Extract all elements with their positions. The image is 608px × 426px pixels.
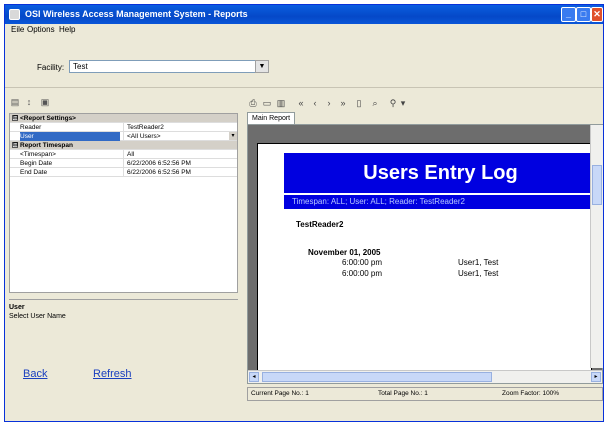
action-links: Back Refresh: [5, 363, 238, 393]
categorized-icon[interactable]: ▤: [9, 96, 21, 108]
zoom-dropdown-icon[interactable]: ▾: [399, 97, 407, 109]
zoom-status: Zoom Factor: 100%: [502, 390, 560, 397]
property-row[interactable]: Begin Date 6/22/2006 6:52:56 PM: [10, 159, 237, 168]
property-value[interactable]: TestReader2: [123, 123, 237, 132]
property-row[interactable]: <Timespan> All: [10, 150, 237, 159]
app-icon: [9, 9, 20, 20]
menu-options[interactable]: Options: [27, 25, 55, 34]
property-pages-icon[interactable]: ▣: [39, 96, 51, 108]
report-viewer-panel: ⎙ ▭ ▥ « ‹ › » ▯ ⌕ ⚲ ▾ Main Report Users …: [243, 93, 603, 419]
entry-time: 6:00:00 pm: [342, 269, 383, 278]
property-name: End Date: [20, 169, 48, 176]
help-description: Select User Name: [9, 313, 66, 320]
minimize-button[interactable]: _: [561, 7, 576, 22]
search-icon[interactable]: ⌕: [369, 97, 381, 109]
next-page-icon[interactable]: ›: [323, 97, 335, 109]
property-help: User Select User Name: [9, 299, 238, 344]
entry-time: 6:00:00 pm: [342, 258, 383, 267]
user-dropdown-icon[interactable]: ▾: [229, 132, 237, 140]
property-value[interactable]: 6/22/2006 6:52:56 PM: [123, 159, 237, 168]
facility-panel: Facility: Test ▼: [5, 37, 603, 88]
print-icon[interactable]: ▭: [261, 97, 273, 109]
facility-dropdown-button[interactable]: ▼: [255, 60, 269, 73]
report-toolbar: ⎙ ▭ ▥ « ‹ › » ▯ ⌕ ⚲ ▾: [247, 95, 603, 111]
property-row[interactable]: End Date 6/22/2006 6:52:56 PM: [10, 168, 237, 177]
entry-user: User1, Test: [458, 258, 499, 267]
vertical-scroll-thumb[interactable]: [592, 165, 602, 205]
report-canvas: Users Entry Log Timespan: ALL; User: ALL…: [247, 124, 603, 384]
vertical-scrollbar[interactable]: [590, 125, 603, 368]
current-page-status: Current Page No.: 1: [251, 390, 309, 397]
window-title: OSI Wireless Access Management System - …: [25, 9, 248, 19]
menu-help[interactable]: Help: [59, 25, 75, 34]
horizontal-scrollbar[interactable]: ◂ ▸: [248, 370, 602, 383]
property-row[interactable]: Reader TestReader2: [10, 123, 237, 132]
maximize-button[interactable]: □: [576, 7, 591, 22]
property-category[interactable]: ⊟ Report Timespan: [10, 141, 237, 150]
collapse-icon[interactable]: ⊟: [12, 115, 18, 121]
report-subtitle: Timespan: ALL; User: ALL; Reader: TestRe…: [284, 195, 597, 209]
scroll-right-arrow[interactable]: ▸: [591, 372, 601, 382]
last-page-icon[interactable]: »: [337, 97, 349, 109]
property-category[interactable]: ⊟ <Report Settings>: [10, 114, 237, 123]
property-name: Begin Date: [20, 160, 53, 167]
property-name: User: [20, 132, 120, 141]
first-page-icon[interactable]: «: [295, 97, 307, 109]
collapse-icon[interactable]: ⊟: [12, 142, 18, 148]
previous-page-icon[interactable]: ‹: [309, 97, 321, 109]
menu-bar: Eile Options Help: [5, 24, 603, 36]
scroll-left-arrow[interactable]: ◂: [249, 372, 259, 382]
toggle-tree-icon[interactable]: ▥: [275, 97, 287, 109]
property-value[interactable]: 6/22/2006 6:52:56 PM: [123, 168, 237, 177]
zoom-icon[interactable]: ⚲: [387, 97, 399, 109]
help-title: User: [9, 304, 25, 311]
alphabetical-sort-icon[interactable]: ↕: [23, 96, 35, 108]
goto-page-icon[interactable]: ▯: [353, 97, 365, 109]
total-page-status: Total Page No.: 1: [378, 390, 428, 397]
category-label: <Report Settings>: [20, 115, 76, 122]
entry-user: User1, Test: [458, 269, 499, 278]
facility-select[interactable]: Test: [69, 60, 269, 73]
report-date: November 01, 2005: [308, 248, 381, 257]
menu-file[interactable]: Eile: [11, 25, 24, 34]
tab-main-report[interactable]: Main Report: [247, 112, 296, 124]
category-label: Report Timespan: [20, 142, 73, 149]
report-reader-name: TestReader2: [296, 220, 344, 229]
export-icon[interactable]: ⎙: [247, 97, 259, 109]
property-row[interactable]: User <All Users> ▾: [10, 132, 237, 141]
refresh-link[interactable]: Refresh: [93, 368, 132, 380]
property-grid: ⊟ <Report Settings> Reader TestReader2 User <…: [9, 113, 238, 293]
horizontal-scroll-thumb[interactable]: [262, 372, 492, 382]
facility-label: Facility:: [37, 63, 65, 72]
property-value[interactable]: <All Users>: [123, 132, 237, 141]
back-link[interactable]: Back: [23, 368, 47, 380]
title-bar[interactable]: OSI Wireless Access Management System - …: [5, 5, 603, 24]
property-name: <Timespan>: [20, 151, 56, 158]
report-status-bar: Current Page No.: 1 Total Page No.: 1 Zo…: [247, 387, 603, 401]
property-value[interactable]: All: [123, 150, 237, 159]
application-window: OSI Wireless Access Management System - …: [4, 4, 604, 422]
close-button[interactable]: ✕: [591, 7, 603, 22]
property-name: Reader: [20, 124, 42, 131]
settings-panel: ▤ ↕ ▣ ⊟ <Report Settings> Reader TestReader…: [5, 93, 238, 421]
report-title: Users Entry Log: [284, 153, 597, 193]
